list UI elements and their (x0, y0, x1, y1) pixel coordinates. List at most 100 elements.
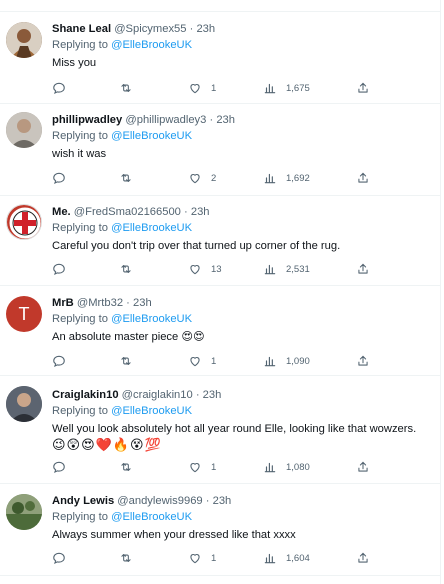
user-handle[interactable]: @Spicymex55 (114, 23, 186, 35)
reply-tweet[interactable]: Me. @FredSma02166500 · 23h Replying to @… (0, 196, 440, 286)
display-name[interactable]: Shane Leal (52, 23, 111, 35)
separator-dot: · (186, 23, 197, 35)
share-button[interactable] (356, 170, 370, 186)
action-bar: 1 1,080 (52, 459, 382, 475)
views-button[interactable]: 1,604 (263, 550, 310, 566)
separator-dot: · (202, 495, 213, 507)
like-count: 1 (211, 82, 217, 94)
timestamp[interactable]: 23h (203, 389, 222, 401)
retweet-button[interactable] (119, 80, 142, 96)
views-button[interactable]: 1,090 (263, 353, 310, 369)
reply-button[interactable] (52, 550, 75, 566)
timestamp[interactable]: 23h (191, 206, 210, 218)
share-button[interactable] (356, 550, 370, 566)
mention-link[interactable]: @ElleBrookeUK (111, 222, 192, 234)
user-handle[interactable]: @FredSma02166500 (74, 206, 181, 218)
retweet-icon (119, 171, 133, 185)
share-icon (356, 551, 370, 565)
display-name[interactable]: phillipwadley (52, 114, 122, 126)
separator-dot: · (123, 297, 134, 309)
retweet-button[interactable] (119, 459, 142, 475)
tweet-text: Miss you (52, 57, 97, 69)
views-count: 1,604 (286, 552, 310, 564)
like-count: 1 (211, 552, 217, 564)
mention-link[interactable]: @ElleBrookeUK (111, 405, 192, 417)
timestamp[interactable]: 23h (213, 495, 232, 507)
reply-tweet[interactable]: Andy Lewis @andylewis9969 · 23h Replying… (0, 484, 440, 576)
like-button[interactable]: 1 (188, 459, 216, 475)
views-count: 1,080 (286, 461, 310, 473)
heart-icon (188, 354, 202, 368)
retweet-icon (119, 81, 133, 95)
user-handle[interactable]: @phillipwadley3 (125, 114, 206, 126)
user-handle[interactable]: @craiglakin10 (122, 389, 193, 401)
avatar[interactable] (6, 112, 42, 148)
timestamp[interactable]: 23h (196, 23, 215, 35)
views-chart-icon (263, 171, 277, 185)
avatar[interactable] (6, 22, 42, 58)
views-button[interactable]: 1,675 (263, 80, 310, 96)
retweet-button[interactable] (119, 261, 142, 277)
replying-to-label: Replying to (52, 130, 108, 142)
reply-tweet[interactable]: T MrB @Mrtb32 · 23h Replying to @ElleBro… (0, 286, 440, 376)
timestamp[interactable]: 23h (216, 114, 235, 126)
retweet-icon (119, 262, 133, 276)
user-handle[interactable]: @andylewis9969 (117, 495, 202, 507)
avatar[interactable] (6, 204, 42, 240)
reply-tweet[interactable]: Shane Leal @Spicymex55 · 23h Replying to… (0, 12, 440, 104)
views-button[interactable]: 2,531 (263, 261, 310, 277)
like-button[interactable]: 1 (188, 80, 216, 96)
retweet-button[interactable] (119, 170, 142, 186)
reply-tweet[interactable]: phillipwadley @phillipwadley3 · 23h Repl… (0, 104, 440, 196)
mention-link[interactable]: @ElleBrookeUK (111, 130, 192, 142)
heart-icon (188, 460, 202, 474)
replying-to-label: Replying to (52, 313, 108, 325)
display-name[interactable]: Craiglakin10 (52, 389, 119, 401)
mention-link[interactable]: @ElleBrookeUK (111, 313, 192, 325)
reply-tweet[interactable]: Craiglakin10 @craiglakin10 · 23h Replyin… (0, 376, 440, 484)
like-button[interactable]: 13 (188, 261, 222, 277)
comment-icon (52, 551, 66, 565)
views-button[interactable]: 1,080 (263, 459, 310, 475)
views-button[interactable]: 1,692 (263, 170, 310, 186)
user-handle[interactable]: @Mrtb32 (77, 297, 123, 309)
like-button[interactable]: 1 (188, 353, 216, 369)
timestamp[interactable]: 23h (133, 297, 152, 309)
mention-link[interactable]: @ElleBrookeUK (111, 511, 192, 523)
like-button[interactable]: 1 (188, 550, 216, 566)
reply-button[interactable] (52, 261, 75, 277)
share-button[interactable] (356, 80, 370, 96)
reply-button[interactable] (52, 80, 75, 96)
like-count: 13 (211, 263, 222, 275)
like-button[interactable]: 2 (188, 170, 216, 186)
mention-link[interactable]: @ElleBrookeUK (111, 39, 192, 51)
avatar[interactable] (6, 386, 42, 422)
reply-button[interactable] (52, 459, 75, 475)
heart-icon (188, 171, 202, 185)
avatar[interactable]: T (6, 296, 42, 332)
retweet-button[interactable] (119, 550, 142, 566)
share-button[interactable] (356, 459, 370, 475)
reply-button[interactable] (52, 353, 75, 369)
replying-to-label: Replying to (52, 405, 108, 417)
display-name[interactable]: Andy Lewis (52, 495, 114, 507)
display-name[interactable]: MrB (52, 297, 74, 309)
retweet-icon (119, 551, 133, 565)
avatar-letter: T (18, 303, 30, 324)
views-chart-icon (263, 81, 277, 95)
separator-dot: · (206, 114, 217, 126)
share-button[interactable] (356, 261, 370, 277)
replying-to-label: Replying to (52, 222, 108, 234)
share-button[interactable] (356, 353, 370, 369)
reply-button[interactable] (52, 170, 75, 186)
replying-to: Replying to @ElleBrookeUK (52, 312, 430, 326)
views-count: 2,531 (286, 263, 310, 275)
tweet-text: wish it was (52, 148, 107, 160)
retweet-button[interactable] (119, 353, 142, 369)
comment-icon (52, 171, 66, 185)
avatar[interactable] (6, 494, 42, 530)
tweet-emoji-line: 😉😲😍❤️🔥😵💯 (52, 437, 162, 452)
comment-icon (52, 262, 66, 276)
replying-to: Replying to @ElleBrookeUK (52, 129, 430, 143)
display-name[interactable]: Me. (52, 206, 71, 218)
